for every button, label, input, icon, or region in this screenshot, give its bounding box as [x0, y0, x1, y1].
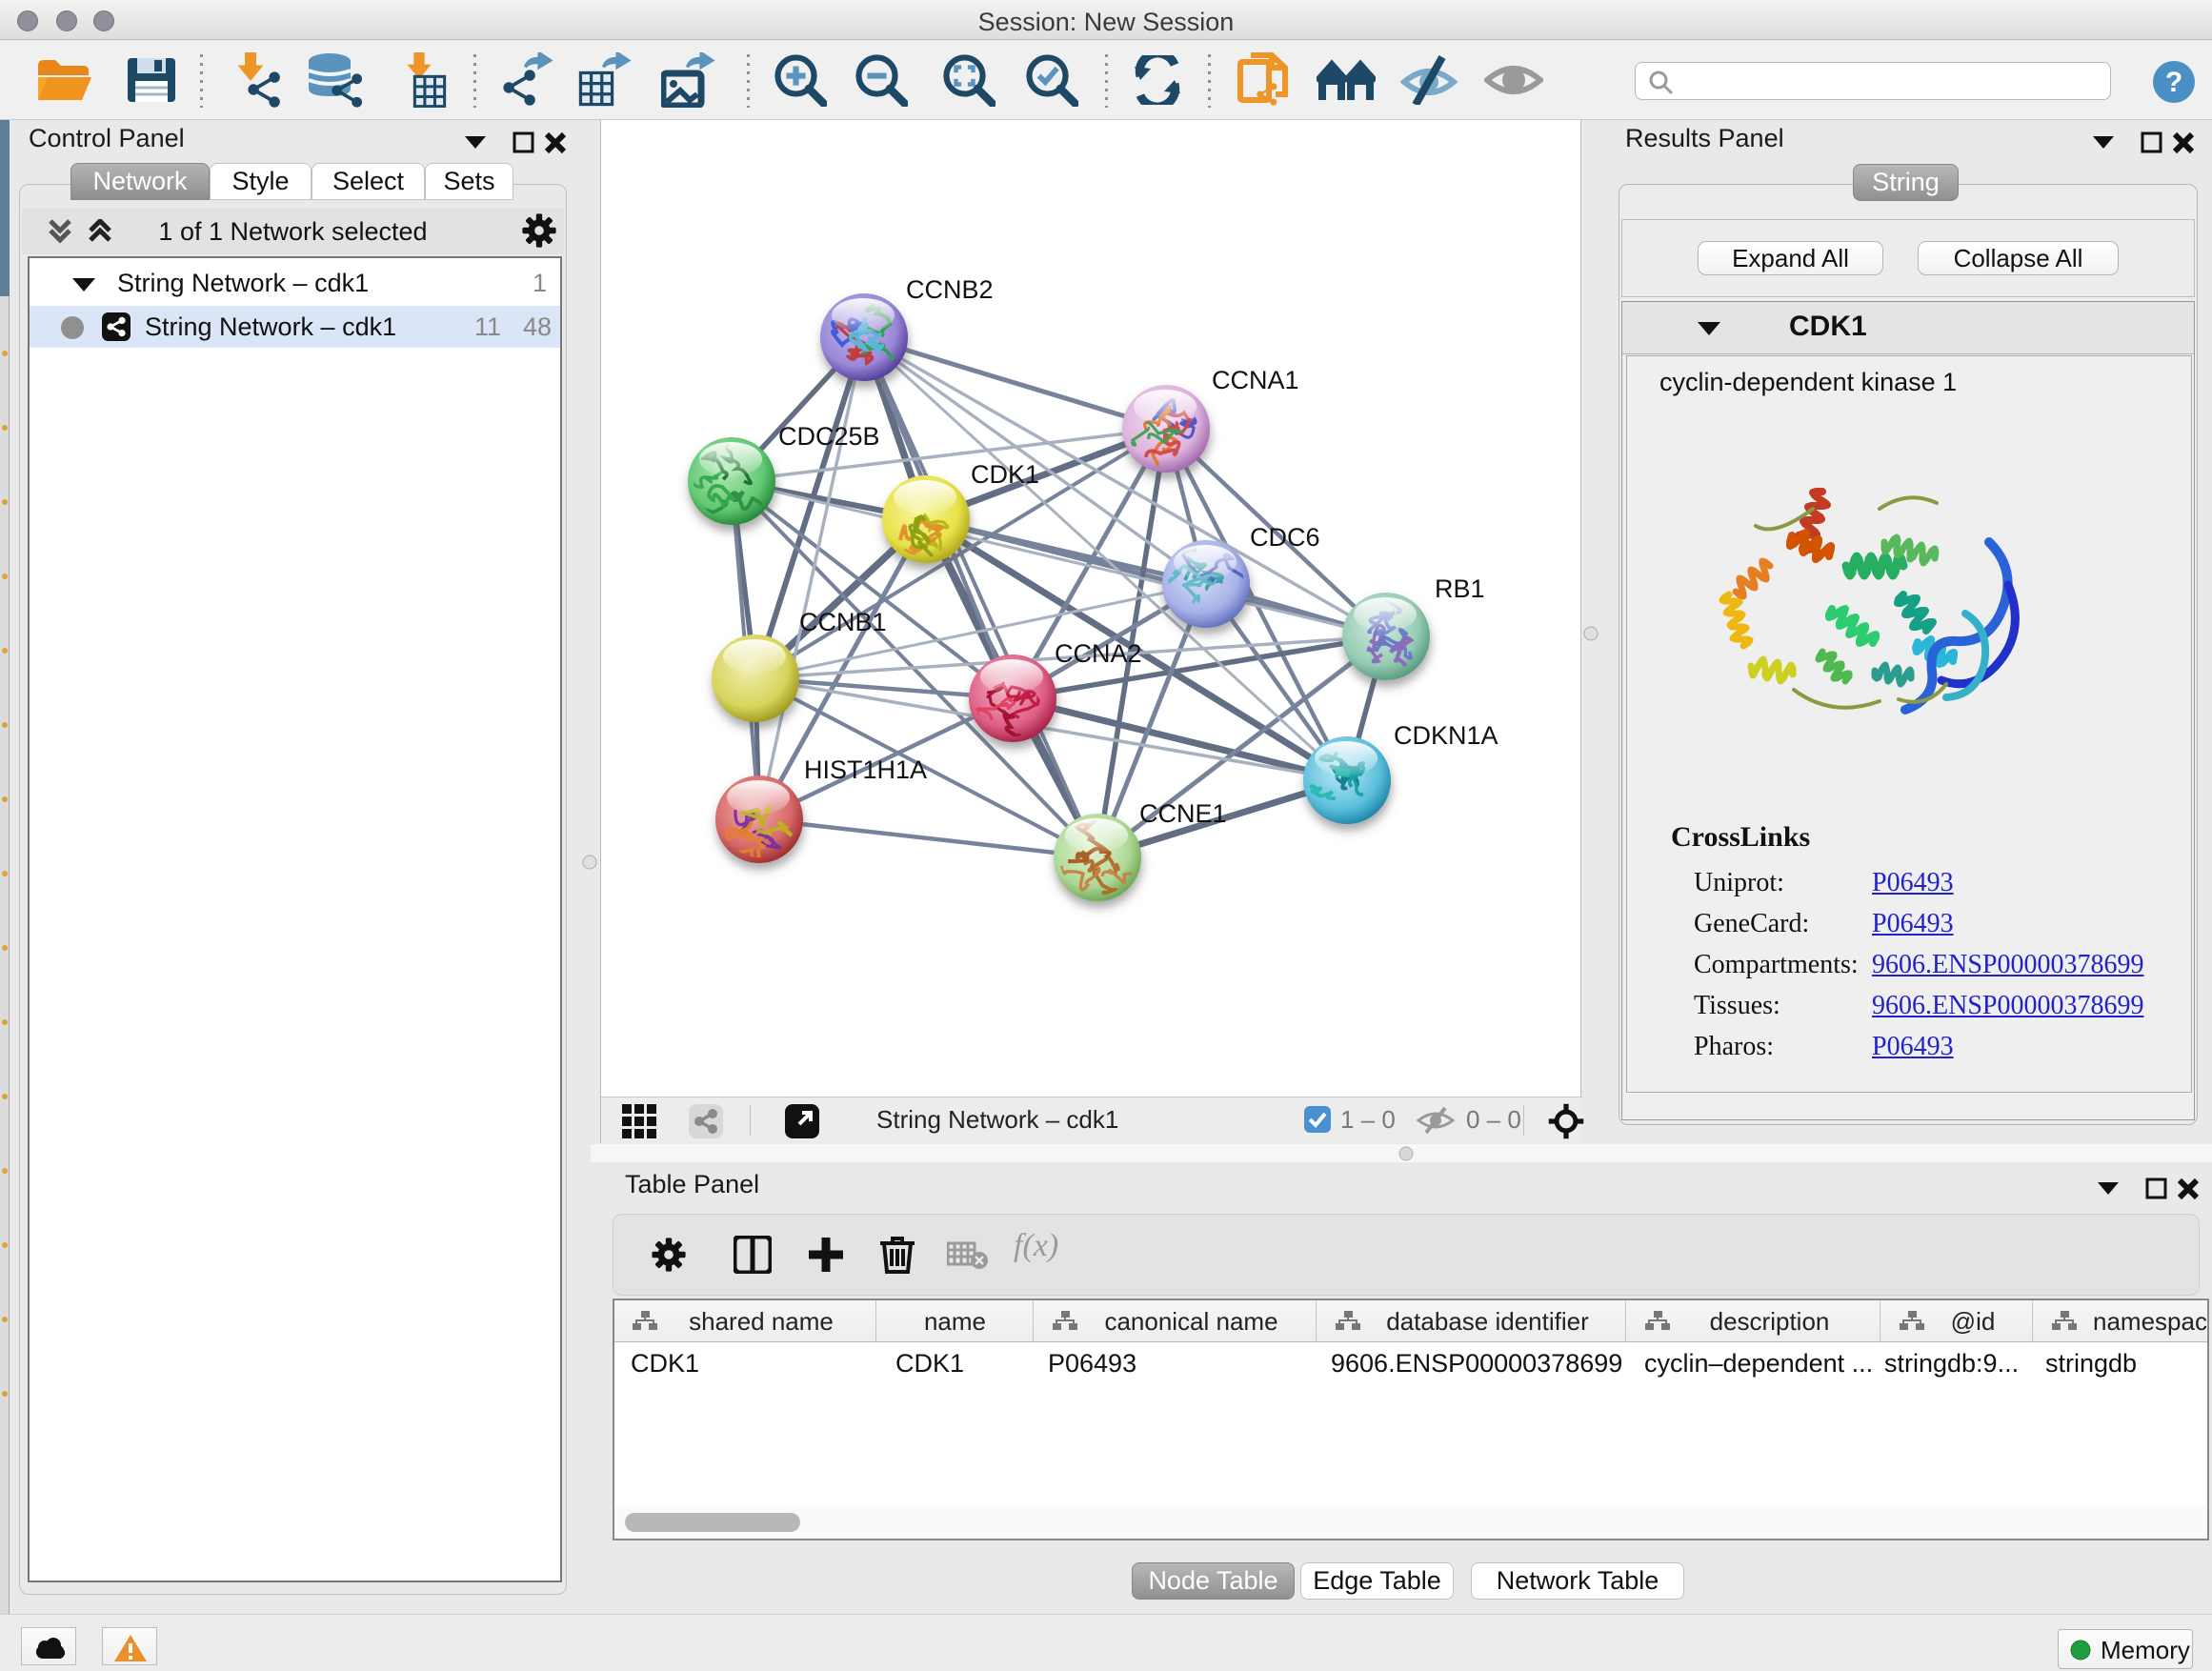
svg-text:CDKN1A: CDKN1A — [1394, 721, 1498, 750]
svg-text:RB1: RB1 — [1435, 574, 1485, 603]
svg-text:?: ? — [2165, 67, 2182, 98]
svg-text:CDC25B: CDC25B — [778, 422, 880, 451]
svg-text:HIST1H1A: HIST1H1A — [804, 755, 927, 784]
svg-text:CDC6: CDC6 — [1250, 523, 1320, 552]
svg-text:CCNB1: CCNB1 — [799, 608, 887, 636]
svg-text:CCNA1: CCNA1 — [1212, 366, 1299, 394]
svg-text:CCNB2: CCNB2 — [906, 275, 994, 304]
svg-text:CDK1: CDK1 — [971, 460, 1039, 489]
svg-text:CCNE1: CCNE1 — [1139, 799, 1227, 828]
svg-text:CCNA2: CCNA2 — [1055, 639, 1142, 668]
